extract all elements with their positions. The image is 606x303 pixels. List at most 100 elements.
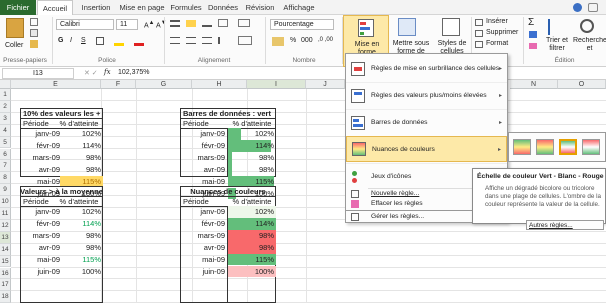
color-scale-swatch[interactable] (559, 139, 577, 155)
delete-icon[interactable] (475, 30, 483, 37)
rate-cell[interactable]: 102% (228, 207, 274, 217)
row-header-8[interactable]: 8 (0, 172, 11, 185)
font-size-select[interactable]: 11 (116, 19, 138, 30)
help-icon[interactable] (573, 3, 582, 12)
table-format-icon[interactable] (398, 18, 416, 36)
rate-cell[interactable]: 98% (228, 243, 274, 253)
row-header-17[interactable]: 17 (0, 279, 11, 292)
period-cell[interactable]: mars-09 (180, 231, 225, 241)
tab-view[interactable]: Affichage (279, 0, 319, 15)
row-header-5[interactable]: 5 (0, 136, 11, 149)
copy-icon[interactable] (30, 29, 38, 37)
row-header-1[interactable]: 1 (0, 89, 11, 101)
currency-icon[interactable] (272, 37, 284, 46)
period-cell[interactable]: mai-09 (20, 255, 60, 265)
row-header-11[interactable]: 11 (0, 208, 11, 220)
rate-cell[interactable]: 102% (60, 129, 101, 139)
column-header-o[interactable]: O (558, 80, 606, 89)
period-cell[interactable]: avr-09 (180, 243, 225, 253)
period-cell[interactable]: févr-09 (180, 219, 225, 229)
font-color-icon[interactable] (134, 36, 144, 46)
period-cell[interactable]: janv-09 (180, 207, 225, 217)
align-center-icon[interactable] (186, 37, 196, 44)
tab-review[interactable]: Révision (242, 0, 278, 15)
period-cell[interactable]: mars-09 (20, 153, 60, 163)
cell-styles-icon[interactable] (442, 18, 460, 36)
menu-item-data-bars[interactable]: Barres de données ▸ (346, 109, 507, 135)
row-header-9[interactable]: 9 (0, 184, 11, 197)
window-icon[interactable] (588, 3, 598, 12)
period-cell[interactable]: mars-09 (180, 153, 225, 163)
rate-cell[interactable]: 98% (60, 231, 101, 241)
column-header-g[interactable]: G (136, 80, 192, 89)
column-header-n[interactable]: N (510, 80, 558, 89)
rate-cell[interactable]: 98% (60, 153, 101, 163)
tab-formulas[interactable]: Formules (168, 0, 204, 15)
rate-cell[interactable]: 98% (228, 153, 274, 163)
period-cell[interactable]: mai-09 (180, 177, 225, 187)
row-header-12[interactable]: 12 (0, 219, 11, 232)
period-cell[interactable]: juin-09 (20, 267, 60, 277)
row-header-4[interactable]: 4 (0, 124, 11, 137)
rate-cell[interactable]: 102% (228, 129, 274, 139)
fill-color-icon[interactable] (114, 36, 124, 46)
align-right-icon[interactable] (202, 37, 212, 44)
column-header-h[interactable]: H (192, 80, 247, 89)
period-cell[interactable]: févr-09 (20, 141, 60, 151)
align-left-icon[interactable] (170, 37, 180, 44)
align-bottom-icon[interactable] (202, 20, 212, 27)
font-name-select[interactable]: Calibri (56, 19, 114, 30)
tab-home[interactable]: Accueil (37, 0, 73, 15)
row-header-13[interactable]: 13 (0, 231, 11, 244)
period-cell[interactable]: mai-09 (180, 255, 225, 265)
rate-cell[interactable]: 114% (228, 141, 274, 151)
period-cell[interactable]: févr-09 (180, 141, 225, 151)
paste-button[interactable]: Coller (5, 42, 23, 49)
format-button[interactable]: Format (486, 40, 508, 47)
italic-button[interactable]: I (70, 37, 72, 44)
fill-icon[interactable] (529, 31, 537, 38)
color-scale-swatch[interactable] (513, 139, 531, 155)
row-header-2[interactable]: 2 (0, 100, 11, 113)
period-cell[interactable]: avr-09 (20, 165, 60, 175)
underline-button[interactable]: S (81, 37, 86, 44)
paste-icon[interactable] (6, 18, 24, 38)
period-cell[interactable]: avr-09 (20, 243, 60, 253)
align-middle-icon[interactable] (186, 20, 196, 27)
tab-insert[interactable]: Insertion (76, 0, 116, 15)
period-cell[interactable]: mai-09 (20, 177, 60, 187)
delete-button[interactable]: Supprimer (486, 29, 518, 36)
period-cell[interactable]: févr-09 (20, 219, 60, 229)
tab-page-layout[interactable]: Mise en page (117, 0, 167, 15)
column-header-i[interactable]: I (247, 80, 306, 89)
row-header-3[interactable]: 3 (0, 112, 11, 125)
formula-input[interactable]: 102,375% (118, 69, 150, 76)
rate-cell[interactable]: 98% (228, 165, 274, 175)
more-rules-link[interactable]: Autres règles... (526, 220, 604, 230)
period-cell[interactable]: janv-09 (180, 129, 225, 139)
tab-data[interactable]: Données (205, 0, 241, 15)
rate-cell[interactable]: 100% (60, 267, 101, 277)
sort-filter-icon[interactable] (548, 19, 562, 35)
period-cell[interactable]: avr-09 (180, 165, 225, 175)
menu-item-color-scales[interactable]: Nuances de couleurs ▸ (346, 136, 507, 162)
row-header-15[interactable]: 15 (0, 255, 11, 268)
rate-cell[interactable]: 98% (60, 165, 101, 175)
column-header-j[interactable]: J (306, 80, 345, 89)
row-header-10[interactable]: 10 (0, 196, 11, 208)
color-scale-swatch[interactable] (536, 139, 554, 155)
column-header-f[interactable]: F (101, 80, 136, 89)
sort-filter-button[interactable]: Trier et filtrer (543, 37, 571, 53)
period-cell[interactable]: mars-09 (20, 231, 60, 241)
select-all-corner[interactable] (0, 80, 11, 89)
bold-button[interactable]: G (58, 37, 63, 44)
rate-cell[interactable]: 114% (60, 219, 101, 229)
rate-cell[interactable]: 115% (228, 177, 274, 187)
period-cell[interactable]: janv-09 (20, 207, 60, 217)
rate-cell[interactable]: 114% (228, 219, 274, 229)
number-format-select[interactable]: Pourcentage (270, 19, 334, 30)
formula-cancel-icon[interactable]: ✕ ✓ (84, 69, 98, 77)
menu-item-top-bottom-rules[interactable]: Règles des valeurs plus/moins élevées ▸ (346, 82, 507, 108)
period-cell[interactable]: juin-09 (180, 267, 225, 277)
format-icon[interactable] (475, 41, 483, 48)
